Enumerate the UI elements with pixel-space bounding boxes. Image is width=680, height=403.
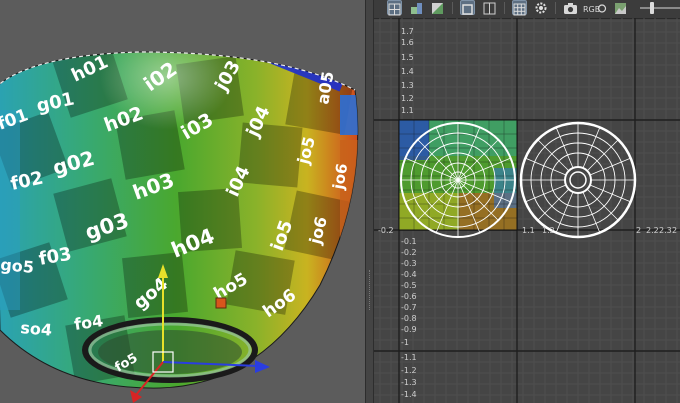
exposure-slider-handle[interactable]: [650, 2, 654, 14]
texture-icon: [462, 4, 473, 15]
image-icon: [615, 3, 626, 14]
u-tick-label: 2.2: [646, 226, 659, 235]
v-tick-label: -0.2: [401, 248, 417, 257]
uv-texture-display-button[interactable]: [460, 0, 475, 15]
perspective-viewport[interactable]: h01 i02 j03 f01 g01 h02 i03 j04 a05 f02 …: [0, 0, 365, 403]
u-tick-label: 2.3: [659, 226, 672, 235]
toolbar-separator: [452, 2, 453, 14]
v-tick-label: 1.7: [401, 27, 414, 36]
uv-shaded-button[interactable]: [410, 0, 425, 15]
u-tick-label: 1.1: [522, 226, 535, 235]
manipulator-z-arrow-icon[interactable]: [255, 360, 270, 373]
v-tick-label: -1.3: [401, 378, 417, 387]
v-tick-label: 1.2: [401, 94, 414, 103]
splitter-grip[interactable]: [369, 270, 371, 310]
v-tick-label: 1.1: [401, 106, 414, 115]
bowl-mesh[interactable]: [0, 24, 365, 389]
pivot-handle[interactable]: [215, 297, 227, 309]
pixel-grid-icon: [483, 2, 496, 15]
v-tick-label: -0.6: [401, 292, 417, 301]
v-tick-label: -0.1: [401, 237, 417, 246]
camera-icon: [564, 3, 577, 14]
gear-icon: [535, 2, 547, 14]
uv-rgb-channels-button[interactable]: RGB: [581, 0, 611, 15]
grid-icon: [513, 3, 526, 16]
toolbar-separator: [555, 2, 556, 14]
v-tick-label: -0.5: [401, 281, 417, 290]
v-tick-label: 1.3: [401, 81, 414, 90]
texture-label: fo4: [73, 311, 104, 334]
v-tick-label: -1.1: [401, 353, 417, 362]
v-tick-label: -1: [401, 338, 409, 347]
checker-icon: [432, 3, 443, 14]
exposure-slider-track[interactable]: [640, 7, 680, 9]
uv-grid-toggle-button[interactable]: [387, 0, 402, 16]
texture-label: go5: [0, 255, 35, 277]
viewport-canvas[interactable]: h01 i02 j03 f01 g01 h02 i03 j04 a05 f02 …: [0, 0, 365, 403]
v-tick-label: -0.3: [401, 259, 417, 268]
uv-grid-display-button[interactable]: [512, 0, 527, 16]
u-tick-label: 2: [672, 226, 677, 235]
rgb-icon: RGB: [583, 4, 607, 14]
u-tick-label: -0.2: [378, 226, 394, 235]
uv-distortion-button[interactable]: [534, 0, 549, 15]
v-tick-label: 1.5: [401, 53, 414, 62]
u-tick-label: 1.2: [542, 226, 555, 235]
v-tick-label: -0.9: [401, 325, 417, 334]
manipulator-x-arrow-icon[interactable]: [130, 390, 142, 403]
uv-toolbar: RGB: [374, 0, 680, 19]
texture-label: so4: [20, 318, 53, 340]
toolbar-separator: [504, 2, 505, 14]
v-tick-label: 1.4: [401, 67, 414, 76]
panel-splitter[interactable]: [365, 0, 374, 403]
uv-checker-button[interactable]: [431, 0, 446, 15]
v-tick-label: -1.4: [401, 390, 417, 399]
uv-editor-panel: RGB 1.7 1.6 1.5 1.4 1.3 1.2 1.1 -0.2 1.1…: [374, 0, 680, 403]
grid-icon: [388, 3, 401, 16]
v-tick-label: -0.7: [401, 303, 417, 312]
v-tick-label: -0.4: [401, 270, 417, 279]
v-tick-label: -1.2: [401, 366, 417, 375]
uv-image-button[interactable]: [614, 0, 629, 15]
svg-text:RGB: RGB: [583, 5, 600, 14]
u-tick-label: 2: [636, 226, 641, 235]
v-tick-label: -0.8: [401, 314, 417, 323]
uv-pixel-snap-button[interactable]: [483, 0, 498, 15]
uv-snapshot-button[interactable]: [563, 0, 578, 15]
v-tick-label: 1.6: [401, 38, 414, 47]
uv-shell-bowl-outer[interactable]: [400, 122, 516, 238]
uv-canvas[interactable]: 1.7 1.6 1.5 1.4 1.3 1.2 1.1 -0.2 1.1 1.2…: [374, 18, 680, 403]
shaded-icon: [411, 3, 422, 14]
